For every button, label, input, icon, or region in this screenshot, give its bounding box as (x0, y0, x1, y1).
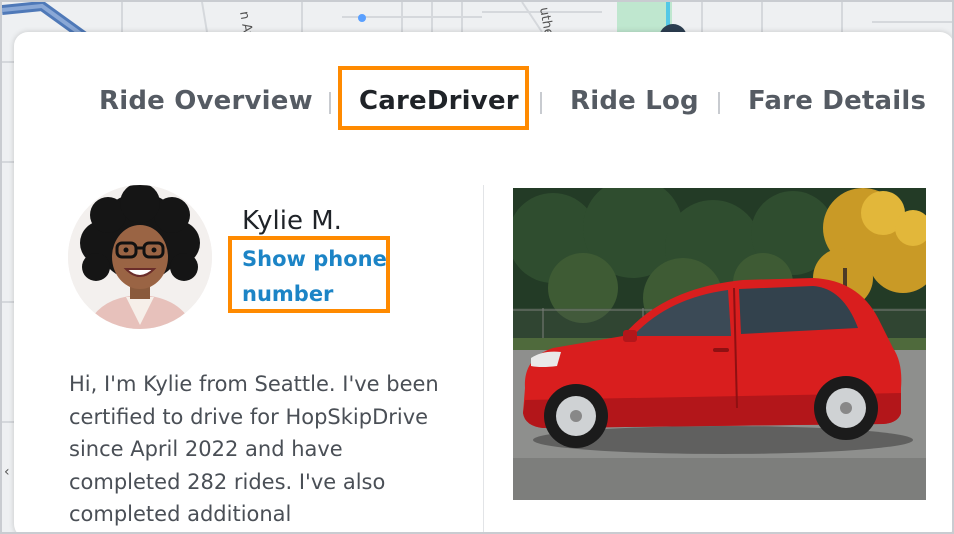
tab-fare-details[interactable]: Fare Details (748, 86, 926, 116)
tab-ride-log[interactable]: Ride Log (570, 86, 699, 116)
driver-name: Kylie M. (242, 206, 342, 236)
column-divider (483, 185, 484, 532)
phone-link-highlight (228, 236, 390, 313)
caredriver-highlight (338, 66, 529, 130)
tab-separator (718, 92, 720, 114)
chevron-left-icon[interactable]: ‹ (4, 464, 10, 480)
tab-separator (540, 92, 542, 114)
vehicle-photo (513, 188, 926, 500)
avatar (68, 185, 212, 329)
app-frame: n Av uthe ‹ Ride Overview CareDriver Rid… (0, 0, 954, 534)
tab-separator (329, 92, 331, 114)
driver-bio: Hi, I'm Kylie from Seattle. I've been ce… (69, 372, 439, 526)
tab-ride-overview[interactable]: Ride Overview (99, 86, 313, 116)
